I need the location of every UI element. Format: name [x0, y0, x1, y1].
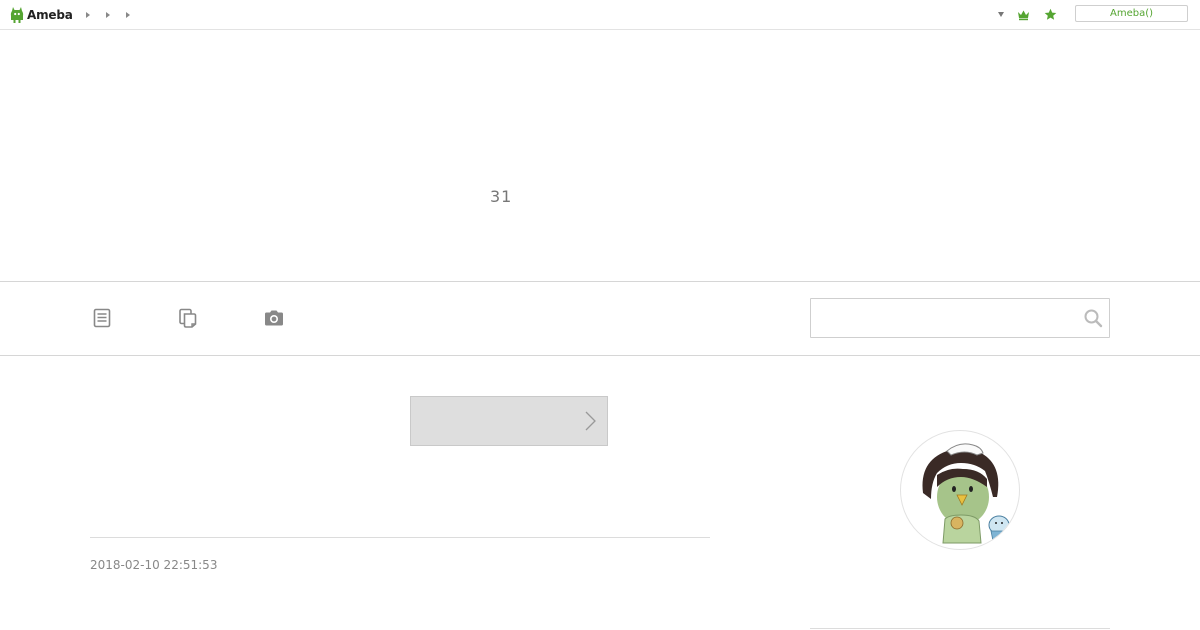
search-icon[interactable]	[1083, 308, 1103, 328]
breadcrumb-arrow-icon[interactable]	[106, 12, 110, 18]
sidebar-divider	[810, 628, 1110, 629]
ameba-logo[interactable]: Ameba	[10, 5, 73, 25]
star-icon[interactable]	[1044, 8, 1057, 21]
profile-avatar[interactable]	[900, 430, 1020, 550]
blog-title[interactable]: 31	[490, 187, 512, 206]
next-page-button[interactable]	[410, 396, 608, 446]
blog-header: 31	[0, 30, 1200, 282]
camera-icon[interactable]	[263, 307, 285, 329]
ameba-mascot-icon	[10, 7, 24, 23]
search-box	[810, 298, 1110, 338]
entry-date: 2018-02-10 22:51:53	[90, 558, 218, 572]
crown-icon[interactable]	[1017, 8, 1030, 21]
avatar-illustration	[922, 443, 1010, 544]
logo-text: Ameba	[27, 8, 73, 22]
blog-nav	[0, 282, 1200, 356]
theme-list-icon[interactable]	[177, 307, 199, 329]
global-header: Ameba Ameba()	[0, 0, 1200, 30]
ameba-account-button[interactable]: Ameba()	[1075, 5, 1188, 22]
chevron-right-icon	[585, 411, 596, 431]
search-input[interactable]	[811, 299, 1071, 337]
dropdown-caret-icon[interactable]	[998, 12, 1004, 17]
breadcrumb-arrow-icon[interactable]	[86, 12, 90, 18]
entry-list-icon[interactable]	[91, 307, 113, 329]
entry-divider	[90, 537, 710, 538]
breadcrumb-arrow-icon[interactable]	[126, 12, 130, 18]
